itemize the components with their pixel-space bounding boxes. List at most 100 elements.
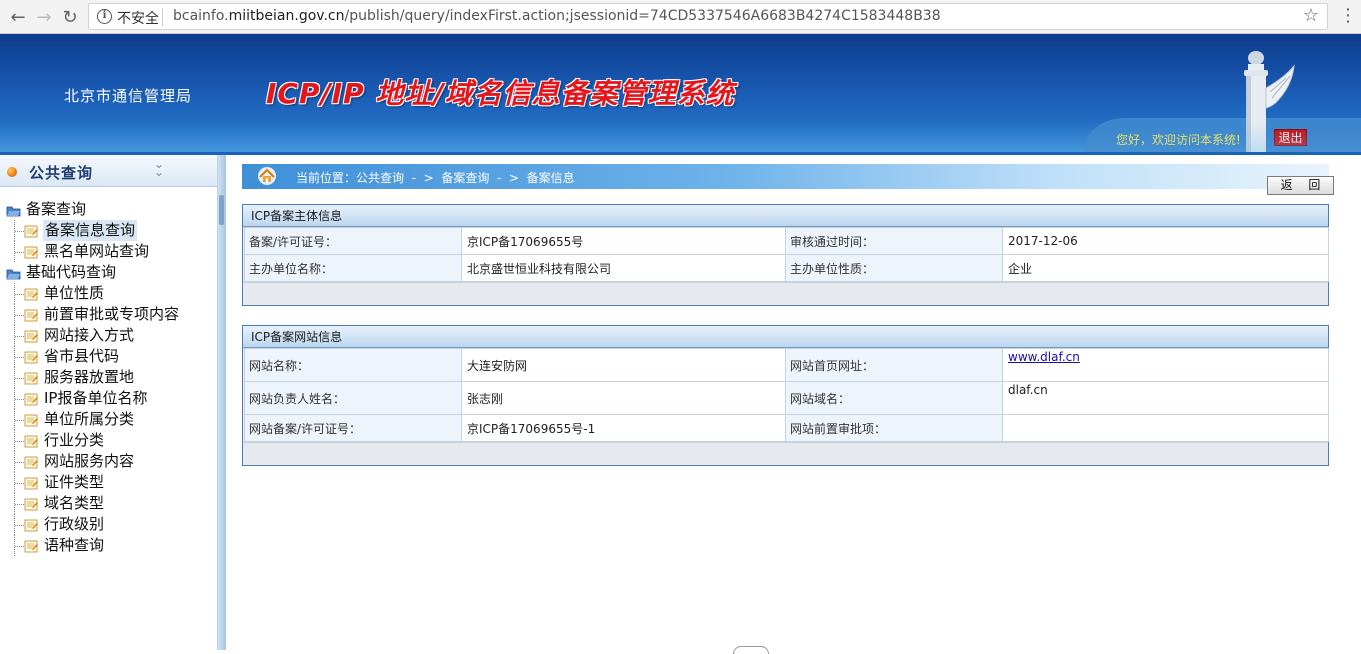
sidebar-item[interactable]: 黑名单网站查询 [0, 241, 216, 262]
sidebar-item-label: 备案信息查询 [43, 220, 138, 241]
field-label: 网站备案/许可证号： [244, 414, 462, 442]
site-banner: 北京市通信管理局 ICP/IP 地址/域名信息备案管理系统 您好，欢迎访问本系统… [0, 34, 1361, 152]
document-edit-icon [24, 308, 39, 322]
breadcrumb: 当前位置：公共查询 - > 备案查询 - > 备案信息 返 回 [242, 164, 1334, 195]
sidebar-item-label: 证件类型 [44, 473, 105, 491]
field-value: www.dlaf.cn [1002, 348, 1329, 382]
insecure-label[interactable]: 不安全 [117, 8, 159, 28]
breadcrumb-prefix: 当前位置： [296, 171, 357, 185]
sidebar-item[interactable]: 备案信息查询 [0, 220, 216, 241]
sidebar-item[interactable]: 行业分类 [0, 430, 216, 451]
breadcrumb-separator: - > [489, 171, 527, 185]
sidebar-item-label: 省市县代码 [44, 347, 120, 365]
field-value: 2017-12-06 [1002, 227, 1329, 255]
sidebar-item[interactable]: 域名类型 [0, 493, 216, 514]
panel-footer [243, 282, 1328, 305]
tree-group[interactable]: 备案查询 [0, 199, 216, 220]
tree-connector [14, 220, 24, 241]
arrow-left-icon[interactable]: ← [6, 5, 30, 29]
table-row: 网站负责人姓名： 张志刚 网站域名： dlaf.cn [244, 381, 1329, 415]
breadcrumb-separator: - > [404, 171, 442, 185]
table-row: 网站名称： 大连安防网 网站首页网址： www.dlaf.cn [244, 348, 1329, 382]
folder-icon [6, 203, 21, 217]
document-edit-icon [24, 539, 39, 553]
url-host: miitbeian.gov.cn [228, 8, 345, 24]
sidebar-item[interactable]: 证件类型 [0, 472, 216, 493]
tree-group-label: 备案查询 [26, 200, 87, 218]
menu-icon[interactable]: ⋮ [1339, 5, 1357, 29]
sidebar-item-label: 网站接入方式 [44, 326, 135, 344]
sidebar-item-label: 语种查询 [44, 536, 105, 554]
document-edit-icon [24, 497, 39, 511]
tree-group[interactable]: 基础代码查询 [0, 262, 216, 283]
reload-icon[interactable]: ↻ [58, 5, 82, 29]
star-icon[interactable]: ☆ [1303, 5, 1319, 26]
icp-website-panel: ICP备案网站信息 网站名称： 大连安防网 网站首页网址： www.dlaf.cn 网站… [242, 325, 1329, 466]
sidebar-item-label: IP报备单位名称 [44, 389, 148, 407]
welcome-text: 您好，欢迎访问本系统! [1116, 133, 1241, 147]
panel-title: ICP备案主体信息 [243, 205, 1328, 227]
double-chevron-down-icon[interactable]: ⌄ ⌄ [154, 158, 164, 178]
sidebar-item[interactable]: 网站服务内容 [0, 451, 216, 472]
field-value: 京ICP备17069655号-1 [461, 414, 786, 442]
url-text[interactable]: bcainfo.miitbeian.gov.cn/publish/query/i… [173, 8, 941, 24]
field-value: 企业 [1002, 254, 1329, 282]
address-bar[interactable]: i 不安全 bcainfo.miitbeian.gov.cn/publish/q… [88, 3, 1328, 30]
breadcrumb-text: 当前位置：公共查询 - > 备案查询 - > 备案信息 [296, 169, 575, 186]
sidebar-item[interactable]: 单位性质 [0, 283, 216, 304]
tree-connector [14, 241, 24, 262]
tree-connector [14, 388, 24, 409]
field-label: 网站前置审批项： [785, 414, 1003, 442]
table-row: 网站备案/许可证号： 京ICP备17069655号-1 网站前置审批项： [244, 414, 1329, 442]
sidebar-item-label: 行政级别 [44, 515, 105, 533]
sidebar-item[interactable]: 行政级别 [0, 514, 216, 535]
field-label: 审核通过时间： [785, 227, 1003, 255]
main-content: 当前位置：公共查询 - > 备案查询 - > 备案信息 返 回 ICP备案主体信… [226, 155, 1361, 650]
tree-connector [14, 325, 24, 346]
tree-connector [14, 493, 24, 514]
scroll-indicator[interactable] [733, 646, 769, 654]
sidebar-item[interactable]: 语种查询 [0, 535, 216, 556]
sidebar-item[interactable]: 省市县代码 [0, 346, 216, 367]
folder-icon [6, 266, 21, 280]
document-edit-icon [24, 455, 39, 469]
tree-connector [14, 514, 24, 535]
tree-connector [14, 367, 24, 388]
tree-connector [14, 430, 24, 451]
field-label: 网站首页网址： [785, 348, 1003, 382]
breadcrumb-item[interactable]: 公共查询 [356, 171, 404, 185]
logout-button[interactable]: 退出 [1274, 129, 1307, 146]
sidebar-item-label: 服务器放置地 [44, 368, 135, 386]
sidebar-item-label: 行业分类 [44, 431, 105, 449]
tree-connector [14, 535, 24, 556]
sidebar-item[interactable]: 单位所属分类 [0, 409, 216, 430]
url-path: /publish/query/indexFirst.action;jsessio… [344, 8, 941, 24]
sidebar-item-label: 网站服务内容 [44, 452, 135, 470]
sidebar-item-label: 单位所属分类 [44, 410, 135, 428]
tree-connector [14, 451, 24, 472]
sidebar-item[interactable]: 网站接入方式 [0, 325, 216, 346]
tree-connector [14, 304, 24, 325]
bureau-name: 北京市通信管理局 [64, 87, 193, 105]
panel-title: ICP备案网站信息 [243, 326, 1328, 348]
back-button[interactable]: 返 回 [1267, 176, 1334, 195]
field-value: 北京盛世恒业科技有限公司 [461, 254, 786, 282]
document-edit-icon [24, 392, 39, 406]
sidebar-splitter[interactable] [218, 155, 226, 650]
arrow-right-icon[interactable]: → [32, 5, 56, 29]
document-edit-icon [24, 434, 39, 448]
document-edit-icon [24, 518, 39, 532]
website-url-link[interactable]: www.dlaf.cn [1008, 350, 1080, 364]
sidebar-item[interactable]: IP报备单位名称 [0, 388, 216, 409]
breadcrumb-item[interactable]: 备案查询 [441, 171, 489, 185]
sidebar-item-label: 域名类型 [44, 494, 105, 512]
tree-group-label: 基础代码查询 [26, 263, 117, 281]
sidebar-item[interactable]: 服务器放置地 [0, 367, 216, 388]
splitter-grip[interactable] [219, 195, 224, 225]
sidebar-item[interactable]: 前置审批或专项内容 [0, 304, 216, 325]
field-label: 主办单位性质： [785, 254, 1003, 282]
banner-wave [1085, 118, 1361, 152]
sidebar-header[interactable]: 公共查询 ⌄ ⌄ [0, 155, 217, 187]
info-icon[interactable]: i [97, 9, 112, 24]
document-edit-icon [24, 329, 39, 343]
